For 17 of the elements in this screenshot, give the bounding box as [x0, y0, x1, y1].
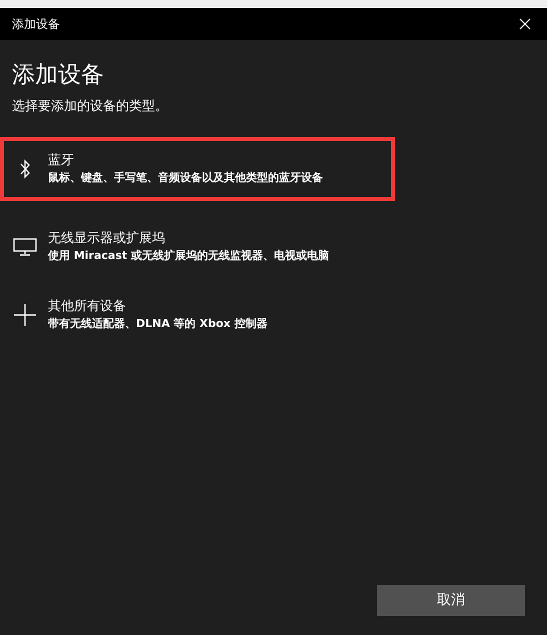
bluetooth-icon — [19, 158, 31, 178]
device-type-item[interactable]: 蓝牙 鼠标、键盘、手写笔、音频设备以及其他类型的蓝牙设备 — [0, 136, 395, 200]
close-icon — [519, 18, 531, 30]
page-heading: 添加设备 — [12, 61, 105, 90]
device-type-description: 使用 Miracast 或无线扩展坞的无线监视器、电视或电脑 — [48, 248, 329, 264]
device-type-description: 带有无线适配器、DLNA 等的 Xbox 控制器 — [48, 316, 268, 332]
monitor-icon — [13, 238, 37, 256]
cancel-button[interactable]: 取消 — [377, 585, 525, 616]
device-type-description: 鼠标、键盘、手写笔、音频设备以及其他类型的蓝牙设备 — [48, 170, 323, 186]
plus-icon — [13, 302, 37, 326]
device-type-title: 其他所有设备 — [48, 298, 127, 316]
subtitle: 选择要添加的设备的类型。 — [12, 98, 169, 116]
window-title: 添加设备 — [12, 16, 60, 33]
device-type-item[interactable]: 其他所有设备 带有无线适配器、DLNA 等的 Xbox 控制器 — [0, 292, 395, 336]
device-type-item[interactable]: 无线显示器或扩展坞 使用 Miracast 或无线扩展坞的无线监视器、电视或电脑 — [0, 224, 395, 268]
device-type-title: 蓝牙 — [48, 152, 75, 170]
device-type-title: 无线显示器或扩展坞 — [48, 230, 166, 248]
